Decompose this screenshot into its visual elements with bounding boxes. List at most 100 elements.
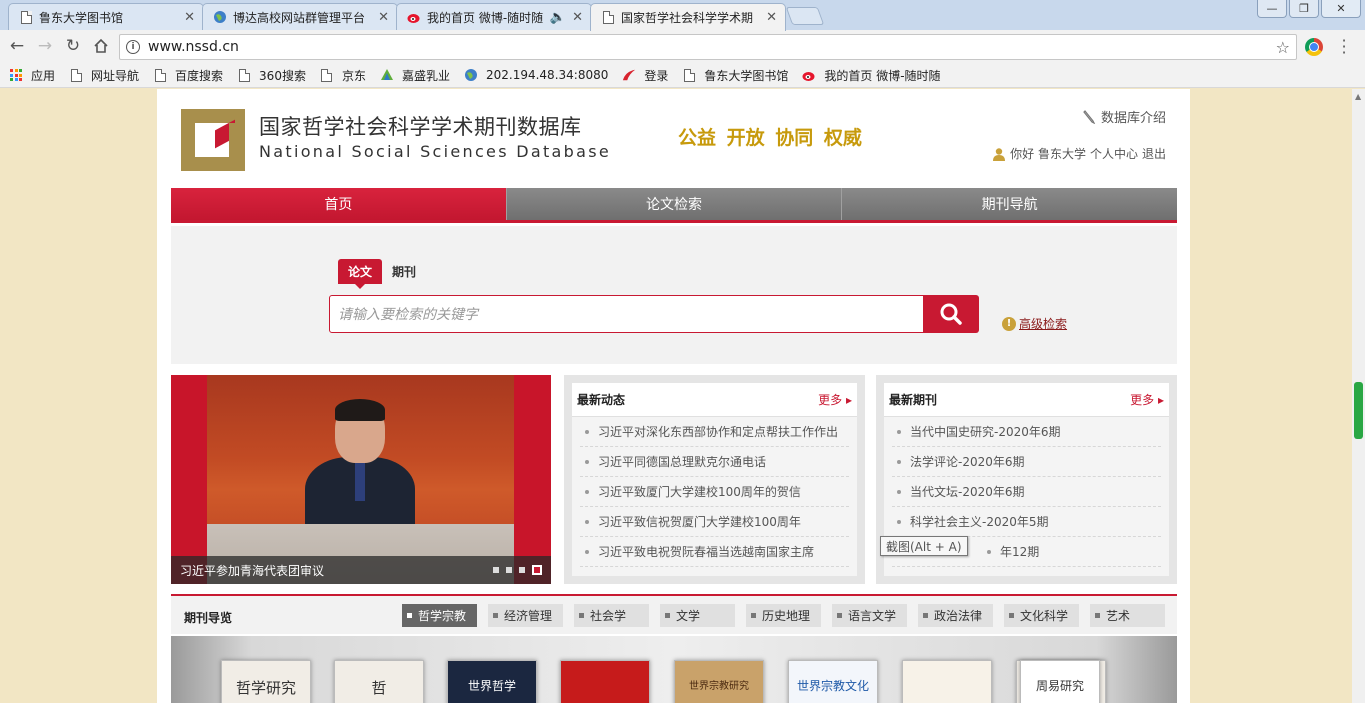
journal-item[interactable]: 当代文坛-2020年6期 <box>892 477 1161 507</box>
bookmark-label: 网址导航 <box>91 68 140 83</box>
bookmark-item[interactable]: 登录 <box>622 67 668 84</box>
news-item[interactable]: 习近平致电祝贺阮春福当选越南国家主席 <box>580 537 849 567</box>
journal-guide-title: 期刊导览 <box>184 611 233 625</box>
latest-journals-more[interactable]: 更多 ▸ <box>1130 391 1164 408</box>
journal-item[interactable]: 科学社会主义-2020年5期 <box>892 507 1161 537</box>
advanced-search-link[interactable]: ! 高级检索 <box>1002 315 1067 332</box>
slogan: 公益 开放 协同 权威 <box>678 127 862 149</box>
slider-dot[interactable] <box>493 567 499 573</box>
page-icon <box>320 68 334 82</box>
page-icon <box>69 68 83 82</box>
latest-news-box: 最新动态 更多 ▸ 习近平对深化东西部协作和定点帮扶工作作出 习近平同德国总理默… <box>564 375 865 584</box>
search-tab-journal[interactable]: 期刊 <box>382 259 426 284</box>
journal-cover[interactable]: 哲 <box>334 660 424 703</box>
news-item[interactable]: 习近平致厦门大学建校100周年的贺信 <box>580 477 849 507</box>
restore-button[interactable]: ❐ <box>1289 0 1319 18</box>
slider-dot-active[interactable] <box>532 565 542 575</box>
window-close-button[interactable]: ✕ <box>1321 0 1361 18</box>
bookmark-label: 202.194.48.34:8080 <box>485 68 609 82</box>
close-icon[interactable]: ✕ <box>378 10 389 25</box>
close-icon[interactable]: ✕ <box>184 10 195 25</box>
news-item[interactable]: 习近平对深化东西部协作和定点帮扶工作作出 <box>580 417 849 447</box>
browser-tab[interactable]: 鲁东大学图书馆 ✕ <box>8 3 204 30</box>
latest-news-more[interactable]: 更多 ▸ <box>818 391 852 408</box>
journal-item[interactable]: 法学评论-2020年6期 <box>892 447 1161 477</box>
browser-tab[interactable]: 博达高校网站群管理平台 ✕ <box>202 3 398 30</box>
slider-dot[interactable] <box>519 567 525 573</box>
bookmark-item[interactable]: 网址导航 <box>69 67 139 84</box>
logout-link[interactable]: 退出 <box>1142 145 1166 162</box>
journal-cover[interactable]: 世界宗教研究 <box>674 660 764 703</box>
category-tab[interactable]: 文化科学 <box>1004 604 1079 627</box>
browser-toolbar: ← → ↻ i www.nssd.cn ☆ · · · <box>0 30 1365 63</box>
star-icon[interactable]: ☆ <box>1276 38 1290 57</box>
journal-cover[interactable] <box>902 660 992 703</box>
advanced-search-label: 高级检索 <box>1019 317 1068 331</box>
search-panel: 论文 期刊 请输入要检索的关键字 ! 高级检索 <box>171 226 1177 364</box>
tab-title: 国家哲学社会科学学术期 <box>621 11 754 25</box>
user-center-link[interactable]: 个人中心 <box>1090 145 1138 162</box>
close-icon[interactable]: ✕ <box>572 10 583 25</box>
new-tab-button[interactable] <box>785 7 825 25</box>
journal-cover[interactable]: 世界哲学 <box>447 660 537 703</box>
menu-icon[interactable]: · · · <box>1341 33 1347 61</box>
back-icon[interactable]: ← <box>8 36 26 56</box>
url-text: www.nssd.cn <box>148 39 239 55</box>
category-tab[interactable]: 艺术 <box>1090 604 1165 627</box>
chrome-icon[interactable] <box>1305 38 1323 56</box>
nssd-logo[interactable] <box>181 109 245 171</box>
forward-icon[interactable]: → <box>36 36 54 56</box>
nav-paper-search[interactable]: 论文检索 <box>506 188 843 220</box>
globe-icon <box>213 10 227 24</box>
category-tab[interactable]: 哲学宗教 <box>402 604 477 627</box>
browser-tab-active[interactable]: 国家哲学社会科学学术期 ✕ <box>590 3 786 31</box>
speaker-icon[interactable]: 🔈 <box>550 10 566 25</box>
journal-item[interactable]: 当代中国史研究-2020年6期 <box>892 417 1161 447</box>
news-item[interactable]: 习近平致信祝贺厦门大学建校100周年 <box>580 507 849 537</box>
journal-cover[interactable] <box>560 660 650 703</box>
search-input[interactable]: 请输入要检索的关键字 <box>329 295 925 333</box>
category-tab[interactable]: 文学 <box>660 604 735 627</box>
category-tab[interactable]: 历史地理 <box>746 604 821 627</box>
bookmark-item[interactable]: 鲁东大学图书馆 <box>682 67 788 84</box>
nav-home[interactable]: 首页 <box>171 188 507 220</box>
scrollbar-thumb[interactable] <box>1354 382 1363 439</box>
category-tab[interactable]: 经济管理 <box>488 604 563 627</box>
bookmark-item[interactable]: 我的首页 微博-随时随 <box>802 67 941 84</box>
category-tab[interactable]: 社会学 <box>574 604 649 627</box>
bookmark-item[interactable]: 京东 <box>320 67 366 84</box>
page-icon <box>682 68 696 82</box>
bookmark-label: 百度搜索 <box>175 68 224 83</box>
bookmark-apps[interactable]: 应用 <box>9 67 55 84</box>
db-intro-link[interactable]: 数据库介绍 <box>1082 107 1166 126</box>
search-tab-paper[interactable]: 论文 <box>338 259 383 289</box>
nav-journal-nav[interactable]: 期刊导航 <box>842 188 1178 220</box>
search-button[interactable] <box>923 295 979 333</box>
minimize-button[interactable]: — <box>1257 0 1287 18</box>
tab-title: 鲁东大学图书馆 <box>39 10 124 25</box>
journal-cover[interactable]: 周易研究 <box>1020 660 1100 703</box>
slider-dot[interactable] <box>506 567 512 573</box>
journal-cover[interactable]: 世界宗教文化 <box>788 660 878 703</box>
screenshot-tooltip: 截图(Alt + A) <box>880 536 968 556</box>
bookmark-label: 我的首页 微博-随时随 <box>824 68 941 83</box>
bookmark-item[interactable]: 202.194.48.34:8080 <box>464 68 608 82</box>
bookmark-item[interactable]: 嘉盛乳业 <box>380 67 450 84</box>
slider-photo[interactable] <box>207 375 514 584</box>
window-controls: — ❐ ✕ <box>1255 0 1361 18</box>
scroll-up-icon[interactable]: ▲ <box>1355 92 1361 101</box>
info-icon[interactable]: i <box>126 40 140 54</box>
close-icon[interactable]: ✕ <box>766 10 777 25</box>
bookmark-item[interactable]: 360搜索 <box>237 67 306 84</box>
category-tab[interactable]: 政治法律 <box>918 604 993 627</box>
category-tab[interactable]: 语言文学 <box>832 604 907 627</box>
bookmark-item[interactable]: 百度搜索 <box>153 67 223 84</box>
journal-cover[interactable]: 哲学研究 <box>221 660 311 703</box>
page-scrollbar[interactable]: ▲ <box>1352 89 1365 703</box>
browser-tab[interactable]: 我的首页 微博-随时随 🔈 ✕ <box>396 3 592 30</box>
news-item[interactable]: 习近平同德国总理默克尔通电话 <box>580 447 849 477</box>
reload-icon[interactable]: ↻ <box>64 36 82 56</box>
home-icon[interactable] <box>92 37 110 55</box>
address-bar[interactable]: i www.nssd.cn ☆ <box>119 34 1297 60</box>
news-slider[interactable]: 习近平参加青海代表团审议 <box>171 375 551 584</box>
